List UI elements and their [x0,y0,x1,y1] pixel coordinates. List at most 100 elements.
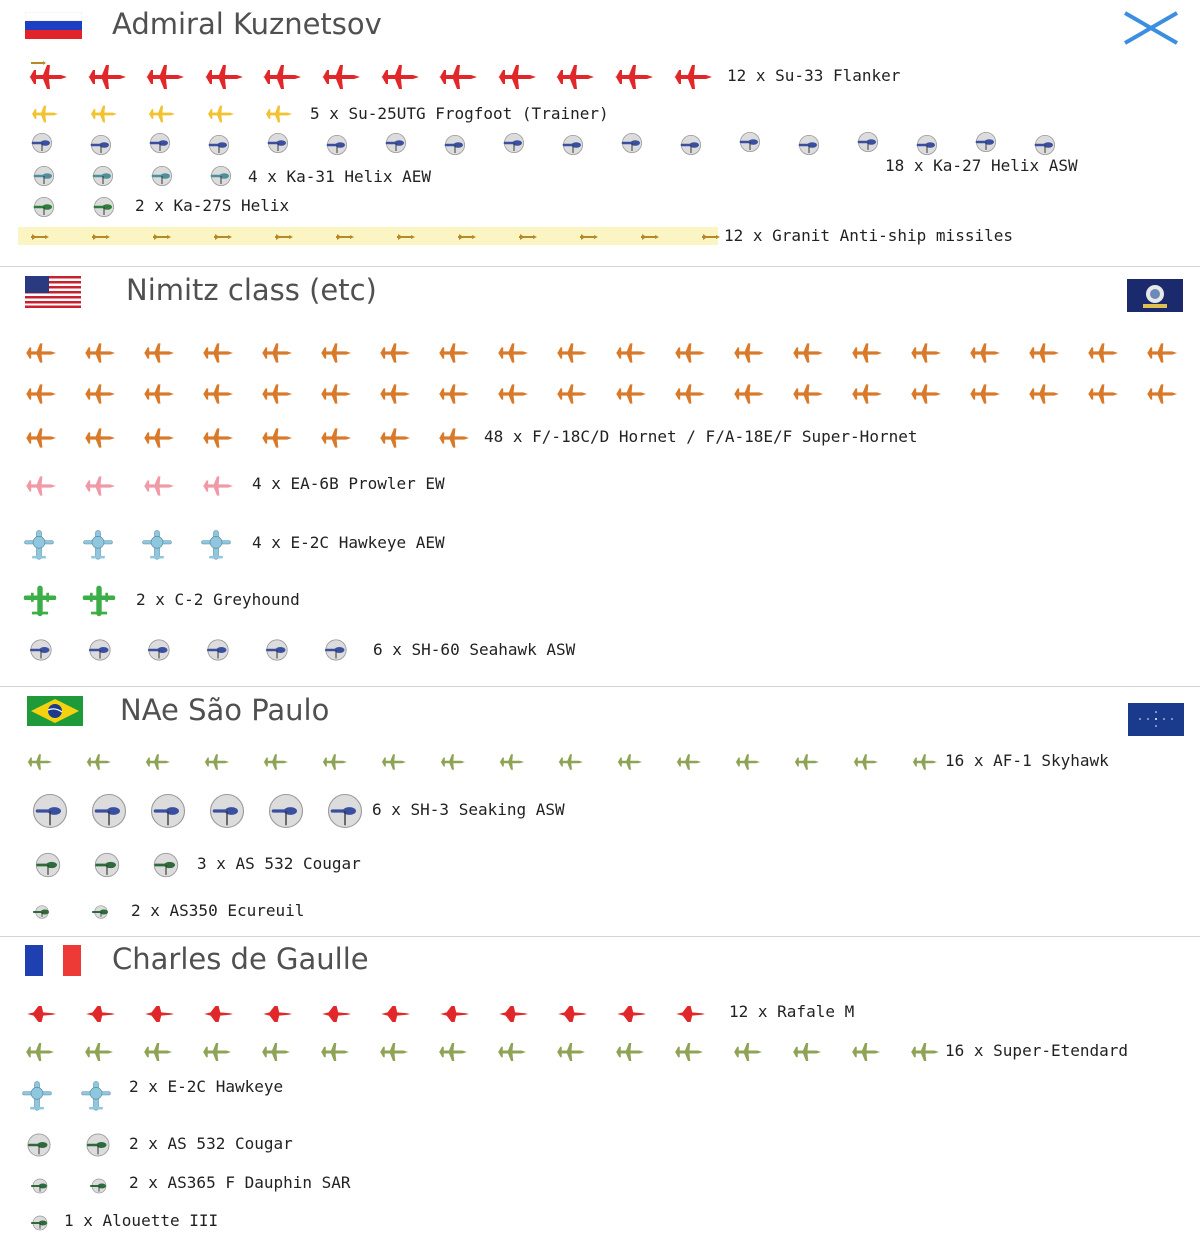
group-label: 12 x Rafale M [729,1002,855,1021]
orange-jet-icon [378,339,410,367]
orange-jet-icon [142,380,174,408]
blue-helicopter-icon [87,793,131,829]
blue-helicopter-icon [83,635,117,665]
orange-jet-icon [496,380,528,408]
red-delta-jet-icon [437,1000,469,1028]
orange-jet-icon [24,380,56,408]
blue-helicopter-icon [85,130,117,160]
small-green-helicopter-icon [87,900,115,924]
olive-jet-icon [439,750,465,774]
blue-helicopter-icon [28,793,72,829]
olive-jet-icon [203,750,229,774]
orange-jet-icon [732,339,764,367]
orange-jet-icon [968,380,1000,408]
orange-jet-icon [1145,339,1177,367]
blue-helicopter-icon [26,128,58,158]
us-navy-flag [1127,279,1183,312]
green-helicopter-icon [81,1130,115,1160]
blue-helicopter-icon [24,635,58,665]
teal-helicopter-icon [87,162,119,190]
orange-jet-icon [437,339,469,367]
olive-jet-icon [616,750,642,774]
missile-icon [274,229,294,240]
group-label: 48 x F/-18C/D Hornet / F/A-18E/F Super-H… [484,427,918,446]
group-label: 5 x Su-25UTG Frogfoot (Trainer) [310,104,609,123]
light-blue-aew-icon [20,1074,54,1116]
red-delta-jet-icon [83,1000,115,1028]
orange-jet-icon [260,380,292,408]
orange-jet-icon [555,380,587,408]
red-jet-icon [379,62,419,92]
teal-helicopter-icon [205,162,237,190]
olive-jet-icon [673,1039,703,1065]
green-helicopter-icon [148,850,184,880]
blue-helicopter-icon [260,635,294,665]
olive-jet-icon [144,750,170,774]
orange-jet-icon [319,424,351,452]
orange-jet-icon [83,424,115,452]
red-delta-jet-icon [319,1000,351,1028]
missile-icon [396,229,416,240]
olive-jet-icon [24,1039,54,1065]
blue-helicopter-icon [201,635,235,665]
green-helicopter-icon [28,193,60,221]
olive-jet-icon [437,1039,467,1065]
blue-helicopter-icon [142,635,176,665]
blue-helicopter-icon [439,130,471,160]
blue-helicopter-icon [793,130,825,160]
brazil-navy-jack [1128,703,1184,736]
orange-jet-icon [378,424,410,452]
red-delta-jet-icon [673,1000,705,1028]
usa-flag [25,276,81,308]
yellow-jet-icon [89,100,117,128]
olive-jet-icon [498,750,524,774]
olive-jet-icon [791,1039,821,1065]
olive-jet-icon [850,1039,880,1065]
olive-jet-icon [85,750,111,774]
orange-jet-icon [260,424,292,452]
blue-helicopter-icon [970,127,1002,157]
blue-helicopter-icon [264,793,308,829]
light-blue-aew-icon [199,525,233,563]
olive-jet-icon [732,1039,762,1065]
red-jet-icon [672,62,712,92]
group-label: 4 x EA-6B Prowler EW [252,474,445,493]
pink-jet-icon [201,472,233,500]
yellow-jet-icon [264,100,293,128]
red-jet-icon [554,62,595,92]
olive-jet-icon [734,750,760,774]
orange-jet-icon [1027,380,1059,408]
pink-jet-icon [142,472,174,500]
blue-helicopter-icon [146,793,190,829]
group-label: 1 x Alouette III [64,1211,219,1230]
blue-helicopter-icon [262,128,294,158]
blue-helicopter-icon [675,130,707,160]
olive-jet-icon [378,1039,408,1065]
orange-jet-icon [142,339,174,367]
blue-helicopter-icon [319,635,353,665]
blue-helicopter-icon [203,130,235,160]
group-label: 2 x AS 532 Cougar [129,1134,293,1153]
olive-jet-icon [675,750,701,774]
blue-helicopter-icon [144,128,176,158]
orange-jet-icon [142,424,174,452]
group-label: 3 x AS 532 Cougar [197,854,361,873]
orange-jet-icon [437,380,469,408]
olive-jet-icon [555,1039,585,1065]
group-label: 6 x SH-60 Seahawk ASW [373,640,576,659]
blue-helicopter-icon [321,130,353,160]
missile-icon [518,229,538,240]
red-jet-icon [203,62,243,92]
olive-jet-icon [380,750,406,774]
orange-jet-icon [83,339,115,367]
olive-jet-icon [260,1039,290,1065]
green-helicopter-icon [89,850,125,880]
red-delta-jet-icon [378,1000,410,1028]
missile-icon [457,229,477,240]
blue-helicopter-icon [323,793,367,829]
group-label: 2 x Ka-27S Helix [135,196,290,215]
blue-helicopter-icon [557,130,589,160]
carrier-title: Nimitz class (etc) [126,273,377,307]
olive-jet-icon [319,1039,349,1065]
blue-helicopter-icon [380,128,412,158]
